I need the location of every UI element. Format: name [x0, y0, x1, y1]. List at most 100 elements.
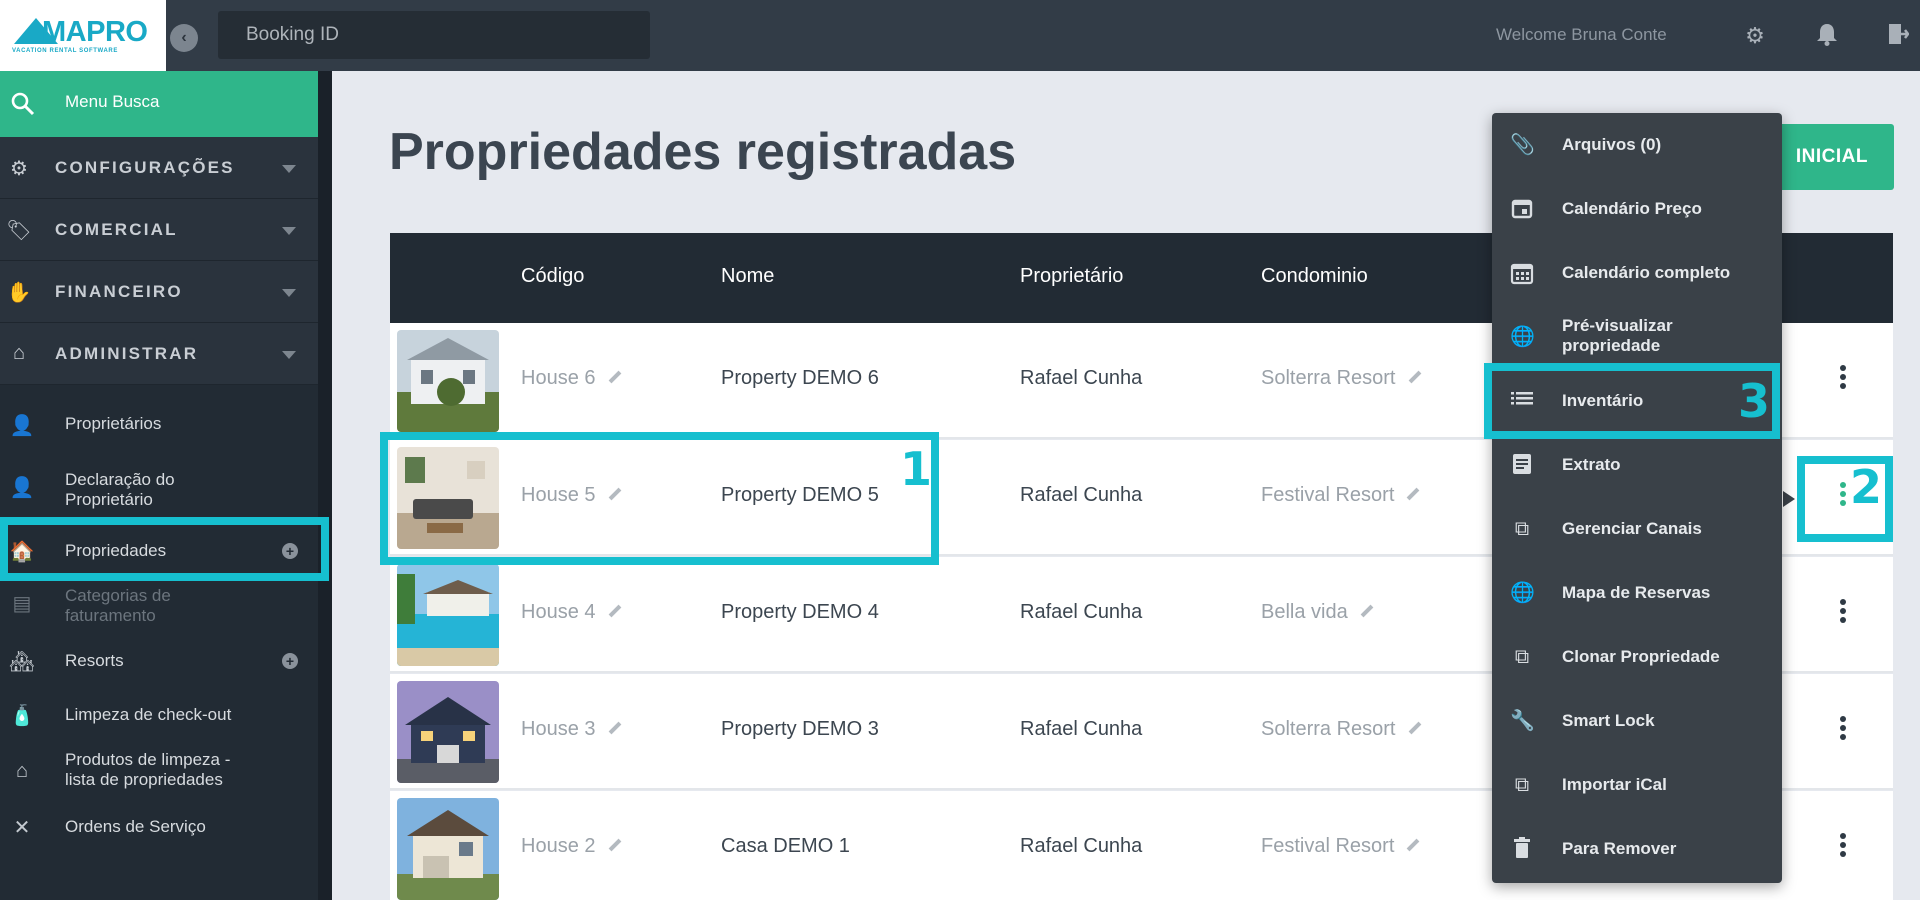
globe-icon: 🌐	[1510, 582, 1535, 604]
sidebar-item-resorts[interactable]: 🏘 Resorts +	[0, 637, 318, 685]
sidebar-item-ordens-servico[interactable]: ✕ Ordens de Serviço	[0, 805, 318, 849]
property-condo[interactable]: Solterra Resort	[1261, 718, 1422, 741]
add-property-button-label: INICIAL	[1795, 146, 1868, 167]
menu-item-remover[interactable]: Para Remover	[1492, 817, 1782, 881]
sidebar-item-proprietarios[interactable]: 👤 Proprietários	[0, 411, 318, 451]
pencil-icon[interactable]	[1408, 721, 1421, 735]
globe-icon: 🌐	[1510, 326, 1535, 348]
sidebar-item-declaracao[interactable]: 👤 Declaração do Proprietário	[0, 465, 318, 515]
menu-item-calendario-completo[interactable]: Calendário completo	[1492, 241, 1782, 305]
more-options-icon[interactable]	[1839, 365, 1847, 393]
booking-search-box[interactable]	[218, 11, 650, 59]
page-title: Propriedades registradas	[389, 123, 1017, 181]
property-name: Property DEMO 3	[721, 718, 879, 740]
menu-item-mapa-reservas[interactable]: 🌐 Mapa de Reservas	[1492, 561, 1782, 625]
pencil-icon[interactable]	[1360, 604, 1374, 618]
more-options-icon[interactable]	[1839, 833, 1847, 861]
booking-id-input[interactable]	[218, 11, 650, 59]
calendar-grid-icon	[1510, 261, 1534, 285]
more-options-icon[interactable]	[1839, 716, 1847, 744]
menu-item-clonar[interactable]: ⧉ Clonar Propriedade	[1492, 625, 1782, 689]
menu-item-gerenciar-canais[interactable]: ⧉ Gerenciar Canais	[1492, 497, 1782, 561]
logout-icon[interactable]	[1884, 22, 1912, 50]
column-header-codigo[interactable]: Código	[521, 265, 584, 288]
collapse-sidebar-button[interactable]: ‹	[170, 24, 198, 52]
menu-item-label: Importar iCal	[1562, 775, 1667, 794]
menu-item-label: Calendário completo	[1562, 263, 1731, 282]
menu-item-label: Arquivos (0)	[1562, 135, 1662, 154]
property-thumbnail[interactable]	[397, 798, 499, 900]
menu-item-calendario-preco[interactable]: Calendário Preço	[1492, 177, 1782, 241]
pencil-icon[interactable]	[608, 370, 621, 384]
property-thumbnail[interactable]	[397, 681, 499, 783]
gear-icon[interactable]: ⚙	[1741, 22, 1769, 50]
menu-item-importar-ical[interactable]: ⧉ Importar iCal	[1492, 753, 1782, 817]
cleaning-icon: 🧴	[9, 705, 35, 727]
menu-item-extrato[interactable]: Extrato	[1492, 433, 1782, 497]
column-header-condominio[interactable]: Condominio	[1261, 265, 1368, 288]
pencil-icon[interactable]	[608, 838, 621, 852]
menu-item-pre-visualizar[interactable]: 🌐 Pré-visualizar propriedade	[1492, 305, 1782, 369]
property-condo-text: Festival Resort	[1261, 484, 1395, 506]
pencil-icon[interactable]	[1408, 370, 1421, 384]
home-clean-icon: ⌂	[15, 760, 29, 782]
menu-item-smart-lock[interactable]: 🔧 Smart Lock	[1492, 689, 1782, 753]
property-owner: Rafael Cunha	[1020, 484, 1143, 506]
property-name: Casa DEMO 1	[721, 835, 850, 857]
section-label: COMERCIAL	[55, 220, 178, 239]
dropdown-pointer	[1783, 491, 1795, 507]
sidebar-item-label: Declaração do Proprietário	[65, 470, 175, 509]
sidebar-item-label: Proprietários	[65, 414, 162, 433]
home-gear-icon: ⌂	[12, 342, 26, 364]
section-administrar[interactable]: ⌂ ADMINISTRAR	[0, 323, 318, 385]
menu-item-arquivos[interactable]: 📎 Arquivos (0)	[1492, 113, 1782, 177]
pencil-icon[interactable]	[608, 604, 621, 618]
chevron-down-icon	[282, 351, 296, 359]
property-condo-text: Solterra Resort	[1261, 718, 1396, 740]
chevron-down-icon	[282, 289, 296, 297]
add-resort-icon[interactable]: +	[282, 653, 298, 669]
welcome-text: Welcome Bruna Conte	[1496, 25, 1667, 44]
section-comercial[interactable]: 🏷 COMERCIAL	[0, 199, 318, 261]
sidebar-item-limpeza[interactable]: 🧴 Limpeza de check-out	[0, 691, 318, 739]
owner-star-icon: 👤	[9, 477, 35, 499]
property-condo[interactable]: Bella vida	[1261, 601, 1374, 624]
column-header-proprietario[interactable]: Proprietário	[1020, 265, 1123, 288]
property-condo[interactable]: Festival Resort	[1261, 835, 1420, 858]
property-code[interactable]: House 3	[521, 718, 622, 741]
menu-item-label: Para Remover	[1562, 839, 1677, 858]
menu-item-label: Mapa de Reservas	[1562, 583, 1711, 602]
sidebar-item-label: Limpeza de check-out	[65, 705, 232, 724]
sidebar: Menu Busca ⚙ CONFIGURAÇÕES 🏷 COMERCIAL ✋…	[0, 71, 332, 900]
property-condo[interactable]: Solterra Resort	[1261, 367, 1422, 390]
wrench-icon: 🔧	[1510, 710, 1535, 732]
property-thumbnail[interactable]	[397, 330, 499, 432]
property-condo[interactable]: Festival Resort	[1261, 484, 1420, 507]
property-thumbnail[interactable]	[397, 564, 499, 666]
sidebar-item-produtos-limpeza[interactable]: ⌂ Produtos de limpeza - lista de proprie…	[0, 746, 318, 796]
section-financeiro[interactable]: ✋ FINANCEIRO	[0, 261, 318, 323]
copy-icon: ⧉	[1514, 518, 1530, 540]
logo[interactable]: MAPRO VACATION RENTAL SOFTWARE	[0, 0, 166, 71]
sidebar-item-label: Categorias de faturamento	[65, 586, 171, 625]
annotation-number-2: 2	[1850, 460, 1883, 514]
property-code[interactable]: House 4	[521, 601, 622, 624]
logo-text: MAPRO	[42, 16, 148, 48]
property-code[interactable]: House 6	[521, 367, 622, 390]
menu-item-label: Clonar Propriedade	[1562, 647, 1720, 666]
pencil-icon[interactable]	[1407, 838, 1420, 852]
paperclip-icon: 📎	[1510, 134, 1535, 156]
property-code-text: House 2	[521, 835, 596, 857]
pencil-icon[interactable]	[608, 721, 621, 735]
more-options-icon[interactable]	[1839, 599, 1847, 627]
section-configuracoes[interactable]: ⚙ CONFIGURAÇÕES	[0, 137, 318, 199]
menu-search-button[interactable]: Menu Busca	[0, 71, 318, 137]
document-icon	[1510, 453, 1534, 477]
property-name: Property DEMO 4	[721, 601, 879, 623]
column-header-nome[interactable]: Nome	[721, 265, 774, 288]
property-code[interactable]: House 2	[521, 835, 622, 858]
property-condo-text: Solterra Resort	[1261, 367, 1396, 389]
pencil-icon[interactable]	[1407, 487, 1420, 501]
bell-icon[interactable]	[1813, 22, 1841, 50]
sidebar-item-categorias[interactable]: ▤ Categorias de faturamento	[0, 581, 318, 631]
